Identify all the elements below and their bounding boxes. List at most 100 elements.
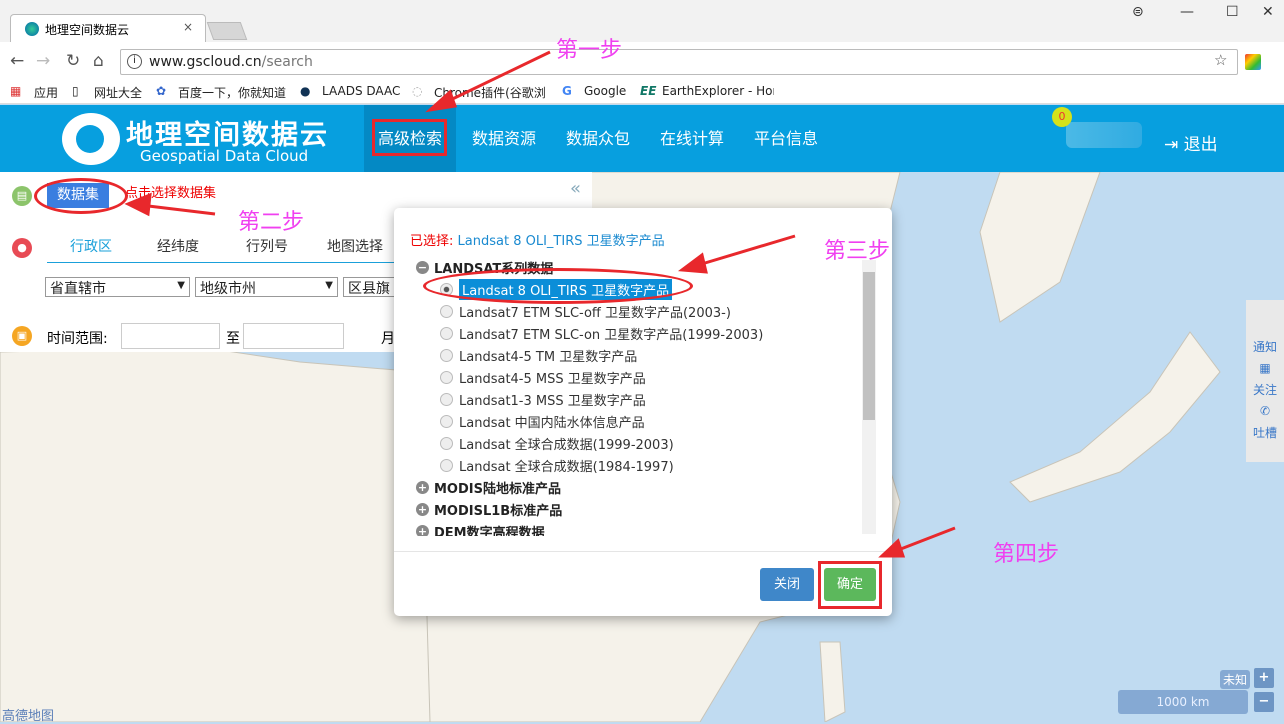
annotation-step4: 第四步 <box>993 542 1060 567</box>
close-tab-icon[interactable]: × <box>183 20 193 34</box>
tab-map-select[interactable]: 地图选择 <box>327 236 383 256</box>
side-toolbar: 通知 ▦ 关注 ✆ 吐槽 <box>1246 300 1284 462</box>
forward-icon[interactable]: → <box>36 51 50 71</box>
home-icon[interactable]: ⌂ <box>93 51 104 71</box>
list-scrollbar[interactable] <box>862 260 876 534</box>
group-label: DEM数字高程数据 <box>434 525 545 537</box>
annotation-step2: 第二步 <box>238 210 305 235</box>
browser-tabbar: 地理空间数据云 × ⊜ — ☐ ✕ <box>0 0 1284 42</box>
dataset-option[interactable]: Landsat7 ETM SLC-off 卫星数字产品(2003-) <box>416 300 876 322</box>
radio-button[interactable] <box>440 370 453 384</box>
group-label: MODISL1B标准产品 <box>434 503 563 519</box>
radio-button[interactable] <box>440 392 453 406</box>
dataset-option[interactable]: Landsat4-5 TM 卫星数字产品 <box>416 344 876 366</box>
dataset-option[interactable]: Landsat 中国内陆水体信息产品 <box>416 410 876 432</box>
bookmark-chrome-plugins[interactable]: Chrome插件(谷歌浏览 <box>434 84 546 101</box>
dataset-option-label: Landsat7 ETM SLC-on 卫星数字产品(1999-2003) <box>459 327 764 343</box>
notification-badge[interactable]: 0 <box>1052 107 1072 127</box>
user-icon[interactable]: ⊜ <box>1132 4 1144 20</box>
expand-icon[interactable]: + <box>416 480 429 494</box>
maximize-icon[interactable]: ☐ <box>1226 4 1239 20</box>
logout-button[interactable]: ⇥ 退出 <box>1164 130 1218 155</box>
minimize-icon[interactable]: — <box>1180 4 1194 20</box>
province-select[interactable]: 省直辖市 ▼ <box>45 277 190 297</box>
group-modis-l1b[interactable]: + MODISL1B标准产品 <box>416 498 876 520</box>
dataset-option-label: Landsat 中国内陆水体信息产品 <box>459 415 645 431</box>
menu-online-compute[interactable]: 在线计算 <box>646 105 738 172</box>
dataset-option-label: Landsat 全球合成数据(1984-1997) <box>459 459 674 475</box>
dataset-option-label: Landsat7 ETM SLC-off 卫星数字产品(2003-) <box>459 305 731 321</box>
collapse-panel-icon[interactable]: « <box>570 178 581 199</box>
start-date-input[interactable] <box>121 323 220 349</box>
end-date-input[interactable] <box>243 323 344 349</box>
zoom-out-button[interactable]: − <box>1254 692 1274 712</box>
radio-button[interactable] <box>440 436 453 450</box>
notify-button[interactable]: 通知 <box>1246 338 1284 355</box>
bookmark-laads[interactable]: LAADS DAAC <box>322 84 400 98</box>
radio-button[interactable] <box>440 304 453 318</box>
close-window-icon[interactable]: ✕ <box>1262 4 1274 20</box>
map-attribution[interactable]: 高德地图 <box>2 705 54 724</box>
page-icon: ▯ <box>72 84 79 98</box>
qrcode-icon[interactable]: ▦ <box>1246 361 1284 375</box>
radio-button[interactable] <box>440 414 453 428</box>
bookmark-google[interactable]: Google <box>584 84 626 98</box>
calendar-icon: ▣ <box>12 326 32 346</box>
bookmark-wangzhi[interactable]: 网址大全 <box>94 84 142 101</box>
phone-icon[interactable]: ✆ <box>1246 404 1284 418</box>
expand-icon[interactable]: + <box>416 502 429 516</box>
dataset-option[interactable]: Landsat 全球合成数据(1999-2003) <box>416 432 876 454</box>
dataset-option-label: Landsat4-5 MSS 卫星数字产品 <box>459 371 646 387</box>
earthexplorer-icon: EE <box>640 84 657 98</box>
dataset-option[interactable]: Landsat7 ETM SLC-on 卫星数字产品(1999-2003) <box>416 322 876 344</box>
group-modis-land[interactable]: + MODIS陆地标准产品 <box>416 476 876 498</box>
dataset-option[interactable]: Landsat1-3 MSS 卫星数字产品 <box>416 388 876 410</box>
logo-cloud-icon[interactable] <box>62 113 120 165</box>
extension-icon[interactable] <box>1245 54 1261 70</box>
bookmark-baidu[interactable]: 百度一下，你就知道 <box>178 84 286 101</box>
zoom-in-button[interactable]: + <box>1254 668 1274 688</box>
back-icon[interactable]: ← <box>10 51 24 71</box>
browser-tab[interactable]: 地理空间数据云 × <box>10 14 206 42</box>
dataset-option[interactable]: Landsat4-5 MSS 卫星数字产品 <box>416 366 876 388</box>
follow-button[interactable]: 关注 <box>1246 381 1284 398</box>
group-dem[interactable]: + DEM数字高程数据 <box>416 520 876 536</box>
info-icon[interactable]: i <box>127 54 142 69</box>
city-select[interactable]: 地级市州 ▼ <box>195 277 338 297</box>
tab-path-row[interactable]: 行列号 <box>246 236 288 256</box>
menu-platform-info[interactable]: 平台信息 <box>740 105 832 172</box>
menu-crowdsourcing[interactable]: 数据众包 <box>552 105 644 172</box>
radio-button[interactable] <box>440 326 453 340</box>
annotation-step1: 第一步 <box>556 38 623 63</box>
dataset-option[interactable]: Landsat 全球合成数据(1984-1997) <box>416 454 876 476</box>
nasa-icon: ● <box>300 84 311 98</box>
username-blurred[interactable] <box>1066 122 1142 148</box>
new-tab-button[interactable] <box>206 22 248 40</box>
bookmark-apps[interactable]: 应用 <box>34 84 58 101</box>
radio-button[interactable] <box>440 348 453 362</box>
url-bar[interactable]: i www.gscloud.cn/search <box>120 49 1238 75</box>
tab-lat-lon[interactable]: 经纬度 <box>157 236 199 256</box>
dataset-doc-icon: ▤ <box>12 186 32 206</box>
collapse-icon[interactable]: − <box>416 260 429 274</box>
site-favicon-icon <box>25 22 39 36</box>
feedback-button[interactable]: 吐槽 <box>1246 424 1284 441</box>
google-icon: G <box>562 84 572 98</box>
radio-button[interactable] <box>440 458 453 472</box>
dropdown-arrow-icon: ▼ <box>325 280 333 291</box>
highlight-box-confirm <box>818 561 882 609</box>
dataset-modal: 已选择: Landsat 8 OLI_TIRS 卫星数字产品 − LANDSAT系… <box>394 208 892 616</box>
logout-icon: ⇥ <box>1164 135 1184 155</box>
county-select-value: 区县旗 <box>348 281 390 297</box>
dataset-hint[interactable]: 点击选择数据集 <box>125 182 216 201</box>
url-path: /search <box>261 54 313 70</box>
dropdown-arrow-icon: ▼ <box>177 280 185 291</box>
menu-data-resources[interactable]: 数据资源 <box>458 105 550 172</box>
scrollbar-thumb[interactable] <box>863 272 875 420</box>
reload-icon[interactable]: ↻ <box>66 51 80 71</box>
expand-icon[interactable]: + <box>416 524 429 536</box>
close-button[interactable]: 关闭 <box>760 568 814 601</box>
map-level-label: 未知 <box>1220 670 1251 689</box>
tab-admin-region[interactable]: 行政区 <box>70 236 112 256</box>
bookmark-earthexplorer[interactable]: EarthExplorer - Hon <box>662 84 774 98</box>
